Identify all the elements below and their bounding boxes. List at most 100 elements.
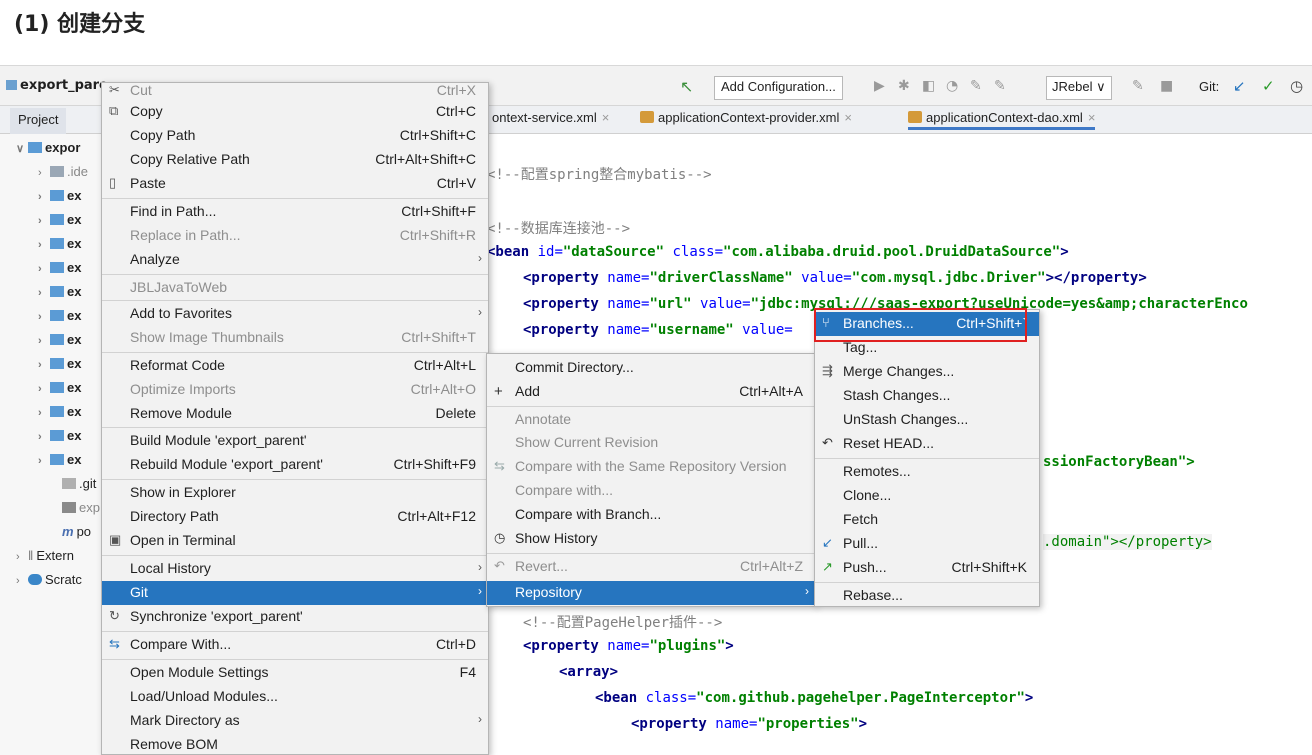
menu-item-open-in-terminal[interactable]: ▣ Open in Terminal (102, 529, 488, 553)
menu-item-annotate[interactable]: Annotate (487, 408, 815, 432)
menu-item-build-module[interactable]: Build Module 'export_parent' (102, 429, 488, 453)
menu-item-show-history[interactable]: ◷ Show History (487, 527, 815, 551)
menu-item-label: Show History (515, 530, 598, 546)
menu-item-reformat-code[interactable]: Reformat Code Ctrl+Alt+L (102, 354, 488, 378)
close-icon[interactable]: × (602, 110, 610, 125)
chevron-right-icon: › (478, 560, 482, 574)
profile-icon[interactable]: ◔ (946, 78, 958, 94)
menu-item-mark-directory-as[interactable]: Mark Directory as › (102, 709, 488, 733)
menu-item-replace-in-path[interactable]: Replace in Path... Ctrl+Shift+R (102, 224, 488, 248)
add-configuration-button[interactable]: Add Configuration... (714, 76, 843, 100)
menu-item-add-to-favorites[interactable]: Add to Favorites › (102, 302, 488, 326)
menu-item-compare-with[interactable]: Compare with... (487, 479, 815, 503)
menu-item-jbljavatoweb[interactable]: JBLJavaToWeb (102, 276, 488, 300)
menu-item-remove-module[interactable]: Remove Module Delete (102, 402, 488, 426)
rebel-icon[interactable]: ✎ (1132, 78, 1144, 94)
chevron-right-icon[interactable]: › (38, 287, 50, 299)
menu-item-label: Pull... (843, 535, 879, 551)
build-hammer-icon[interactable]: ↖ (680, 77, 693, 96)
project-tool-tab[interactable]: Project (10, 108, 67, 134)
menu-item-show-in-explorer[interactable]: Show in Explorer (102, 481, 488, 505)
menu-item-rebuild-module[interactable]: Rebuild Module 'export_parent' Ctrl+Shift… (102, 453, 488, 477)
menu-item-synchronize[interactable]: ↻ Synchronize 'export_parent' (102, 605, 488, 629)
chevron-right-icon[interactable]: › (38, 383, 50, 395)
menu-item-git[interactable]: Git › (102, 581, 488, 605)
chevron-right-icon[interactable]: › (38, 191, 50, 203)
chevron-right-icon[interactable]: › (38, 239, 50, 251)
chevron-right-icon[interactable]: › (38, 215, 50, 227)
menu-item-copy[interactable]: ⧉ Copy Ctrl+C (102, 100, 488, 124)
chevron-right-icon[interactable]: › (38, 167, 50, 179)
menu-item-label: Compare with Branch... (515, 506, 662, 522)
menu-item-merge-changes[interactable]: ⇶ Merge Changes... (815, 360, 1039, 384)
menu-item-push[interactable]: ↗ Push... Ctrl+Shift+K (815, 556, 1039, 580)
menu-item-show-current-revision[interactable]: Show Current Revision (487, 431, 815, 455)
menu-item-compare-same-repo[interactable]: ⇆ Compare with the Same Repository Versio… (487, 455, 815, 479)
chevron-right-icon[interactable]: › (16, 551, 28, 563)
chevron-right-icon[interactable]: › (38, 407, 50, 419)
chevron-right-icon[interactable]: › (38, 455, 50, 467)
chevron-right-icon[interactable]: › (38, 263, 50, 275)
tree-item-label: ex (67, 212, 82, 227)
chevron-right-icon[interactable]: › (38, 335, 50, 347)
menu-item-open-module-settings[interactable]: Open Module Settings F4 (102, 661, 488, 685)
menu-item-label: Reset HEAD... (843, 435, 935, 451)
menu-item-repository[interactable]: Repository › (487, 581, 815, 605)
code-line-property: <property name="driverClassName" value="… (523, 270, 1147, 286)
menu-item-label: Find in Path... (130, 203, 217, 219)
menu-item-revert[interactable]: ↶ Revert... Ctrl+Alt+Z (487, 555, 815, 579)
menu-item-paste[interactable]: ▯ Paste Ctrl+V (102, 172, 488, 196)
chevron-right-icon: › (805, 584, 809, 598)
chevron-down-icon[interactable]: ∨ (16, 142, 28, 155)
menu-item-compare-with[interactable]: ⇆ Compare With... Ctrl+D (102, 633, 488, 657)
coverage-icon[interactable]: ◧ (922, 78, 935, 94)
rebel-debug-icon[interactable]: ✎ (994, 78, 1006, 94)
menu-item-unstash-changes[interactable]: UnStash Changes... (815, 408, 1039, 432)
menu-item-remotes[interactable]: Remotes... (815, 460, 1039, 484)
menu-item-compare-with-branch[interactable]: Compare with Branch... (487, 503, 815, 527)
menu-item-label: Copy Relative Path (130, 151, 250, 167)
menu-item-reset-head[interactable]: ↶ Reset HEAD... (815, 432, 1039, 456)
menu-item-commit-directory[interactable]: Commit Directory... (487, 356, 815, 380)
project-title[interactable]: export_pare (6, 78, 108, 93)
menu-item-shortcut: Ctrl+Alt+A (739, 383, 803, 399)
menu-item-pull[interactable]: ↙ Pull... (815, 532, 1039, 556)
stop-icon[interactable]: ■ (1160, 78, 1173, 94)
menu-item-optimize-imports[interactable]: Optimize Imports Ctrl+Alt+O (102, 378, 488, 402)
menu-separator (102, 479, 488, 480)
menu-item-find-in-path[interactable]: Find in Path... Ctrl+Shift+F (102, 200, 488, 224)
menu-item-show-image-thumbnails[interactable]: Show Image Thumbnails Ctrl+Shift+T (102, 326, 488, 350)
editor-tab-dao[interactable]: applicationContext-dao.xml × (908, 110, 1096, 130)
menu-item-local-history[interactable]: Local History › (102, 557, 488, 581)
menu-item-copy-relative-path[interactable]: Copy Relative Path Ctrl+Alt+Shift+C (102, 148, 488, 172)
editor-tab-service[interactable]: ontext-service.xml × (492, 110, 609, 125)
run-icon[interactable]: ▶ (874, 78, 885, 94)
chevron-right-icon[interactable]: › (16, 575, 28, 587)
menu-item-load-unload-modules[interactable]: Load/Unload Modules... (102, 685, 488, 709)
menu-item-remove-bom[interactable]: Remove BOM (102, 733, 488, 754)
menu-item-copy-path[interactable]: Copy Path Ctrl+Shift+C (102, 124, 488, 148)
close-icon[interactable]: × (1088, 110, 1096, 125)
menu-item-rebase[interactable]: Rebase... (815, 584, 1039, 608)
chevron-right-icon[interactable]: › (38, 431, 50, 443)
chevron-right-icon[interactable]: › (38, 359, 50, 371)
git-history-icon[interactable]: ◷ (1290, 77, 1303, 95)
menu-item-analyze[interactable]: Analyze › (102, 248, 488, 272)
code-comment: <!--配置PageHelper插件--> (523, 615, 723, 631)
rebel-run-icon[interactable]: ✎ (970, 78, 982, 94)
menu-item-label: Revert... (515, 558, 568, 574)
menu-item-stash-changes[interactable]: Stash Changes... (815, 384, 1039, 408)
git-commit-icon[interactable]: ✓ (1262, 77, 1275, 95)
module-icon (50, 310, 64, 321)
close-icon[interactable]: × (844, 110, 852, 125)
git-update-icon[interactable]: ↙ (1233, 77, 1246, 95)
file-icon (62, 502, 76, 513)
debug-icon[interactable]: ✱ (898, 78, 910, 94)
menu-item-clone[interactable]: Clone... (815, 484, 1039, 508)
editor-tab-provider[interactable]: applicationContext-provider.xml × (640, 110, 852, 125)
jrebel-dropdown[interactable]: JRebel ∨ (1046, 76, 1112, 100)
chevron-right-icon[interactable]: › (38, 311, 50, 323)
menu-item-directory-path[interactable]: Directory Path Ctrl+Alt+F12 (102, 505, 488, 529)
menu-item-fetch[interactable]: Fetch (815, 508, 1039, 532)
menu-item-add[interactable]: + Add Ctrl+Alt+A (487, 380, 815, 404)
